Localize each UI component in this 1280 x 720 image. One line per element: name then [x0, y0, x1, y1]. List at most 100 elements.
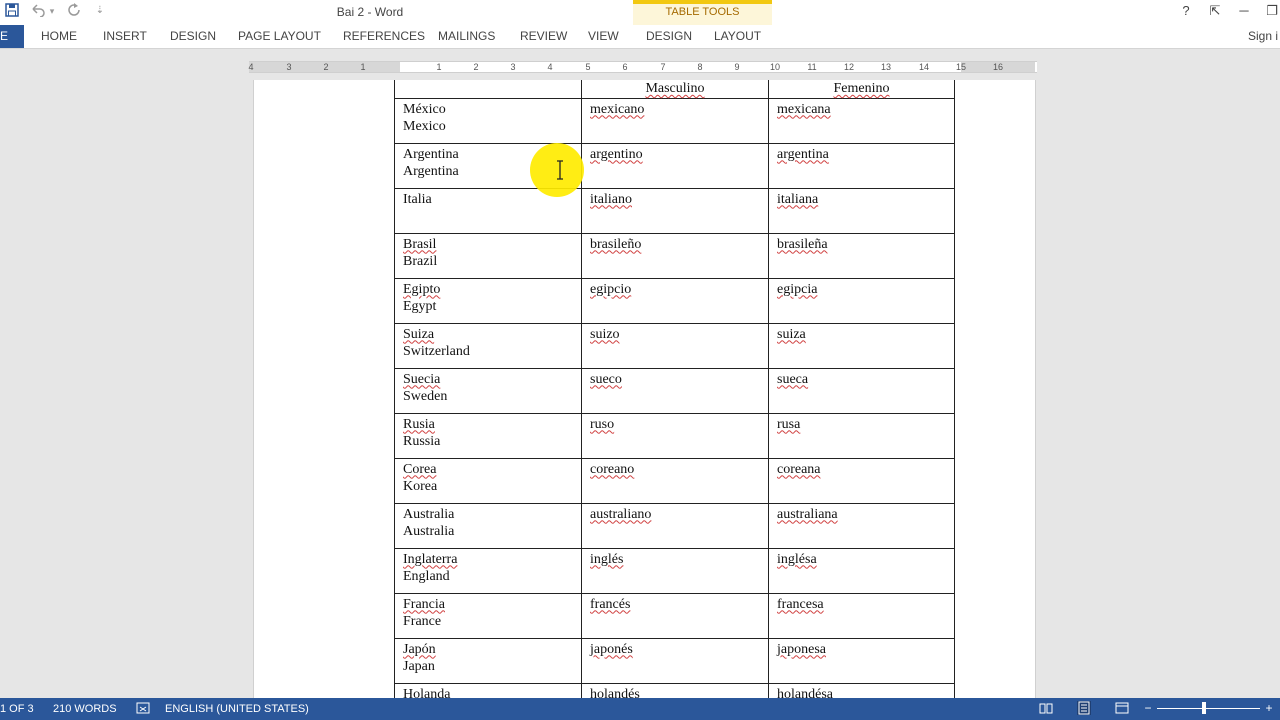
proofing-icon[interactable] [136, 701, 150, 715]
masculine-cell[interactable]: sueco [581, 367, 769, 414]
masculine-cell[interactable]: italiano [581, 187, 769, 234]
feminine-cell[interactable]: argentina [768, 142, 955, 189]
ruler-number: 6 [622, 62, 628, 72]
web-layout-icon[interactable] [1115, 701, 1129, 715]
country-english: Russia [403, 434, 441, 449]
masculine-cell[interactable]: coreano [581, 457, 769, 504]
zoom-in-icon[interactable]: + [1262, 701, 1276, 715]
feminine-cell[interactable]: japonesa [768, 637, 955, 684]
feminine-cell[interactable]: suiza [768, 322, 955, 369]
table-tools-label: TABLE TOOLS [665, 6, 740, 18]
feminine-cell[interactable]: inglésa [768, 547, 955, 594]
tab-insert[interactable]: INSERT [103, 29, 147, 43]
header-cell-country[interactable] [394, 80, 582, 99]
country-cell[interactable]: Inglaterra England [394, 547, 582, 594]
country-spanish: Australia [403, 506, 455, 522]
feminine-cell[interactable]: egipcia [768, 277, 955, 324]
masculine-form: suizo [590, 326, 620, 342]
ruler-number: 1 [436, 62, 442, 72]
ruler-number: 1 [360, 62, 366, 72]
country-cell[interactable]: Egipto Egypt [394, 277, 582, 324]
ruler-number: 15 [955, 62, 967, 72]
tab-mailings[interactable]: MAILINGS [438, 29, 495, 43]
feminine-cell[interactable]: rusa [768, 412, 955, 459]
masculine-cell[interactable]: australiano [581, 502, 769, 549]
file-tab[interactable]: E [0, 25, 24, 48]
tab-references[interactable]: REFERENCES [343, 29, 425, 43]
read-mode-icon[interactable] [1039, 701, 1053, 715]
feminine-cell[interactable]: sueca [768, 367, 955, 414]
masculine-form: francés [590, 596, 631, 612]
country-spanish: Suecia [403, 371, 441, 387]
country-cell[interactable]: Suecia Sweden [394, 367, 582, 414]
feminine-form: australiana [777, 506, 838, 522]
tab-table-layout[interactable]: LAYOUT [714, 29, 761, 43]
country-spanish: Egipto [403, 281, 441, 297]
ribbon-tabs: E HOME INSERT DESIGN PAGE LAYOUT REFEREN… [0, 25, 1280, 48]
tab-page-layout[interactable]: PAGE LAYOUT [238, 29, 321, 43]
masculine-cell[interactable]: inglés [581, 547, 769, 594]
help-icon[interactable]: ? [1177, 3, 1195, 18]
country-cell[interactable]: Corea Korea [394, 457, 582, 504]
country-spanish: México [403, 101, 446, 117]
ribbon-display-options-icon[interactable]: ⇱ [1206, 3, 1224, 19]
nationality-table[interactable]: Masculino Femenino México Mexico mexicano m… [394, 80, 955, 720]
country-english: Korea [403, 479, 438, 494]
horizontal-ruler[interactable]: 4 3 2 1 1 2 3 4 5 6 7 8 9 10 11 12 13 14… [248, 61, 1037, 73]
language-indicator[interactable]: ENGLISH (UNITED STATES) [165, 703, 309, 715]
word-count[interactable]: 210 WORDS [53, 703, 117, 715]
country-cell[interactable]: Australia Australia [394, 502, 582, 549]
masculine-cell[interactable]: ruso [581, 412, 769, 459]
print-layout-icon[interactable] [1077, 701, 1091, 715]
status-bar: 1 OF 3 210 WORDS ENGLISH (UNITED STATES)… [0, 698, 1280, 720]
table-row: Argentina Argentina argentino argentina [394, 142, 955, 189]
masculine-form: japonés [590, 641, 633, 657]
country-cell[interactable]: Francia France [394, 592, 582, 639]
zoom-out-icon[interactable]: − [1141, 701, 1155, 715]
sign-in-link[interactable]: Sign i [1248, 29, 1278, 43]
table-body: México Mexico mexicano mexicana Argentina Arg… [394, 97, 955, 720]
masculine-cell[interactable]: brasileño [581, 232, 769, 279]
table-row: Suiza Switzerland suizo suiza [394, 322, 955, 369]
feminine-cell[interactable]: francesa [768, 592, 955, 639]
country-spanish: Argentina [403, 146, 459, 162]
tab-review[interactable]: REVIEW [520, 29, 567, 43]
masculine-cell[interactable]: francés [581, 592, 769, 639]
masculine-form: argentino [590, 146, 643, 162]
page-count[interactable]: 1 OF 3 [0, 703, 34, 715]
masculine-cell[interactable]: argentino [581, 142, 769, 189]
masculine-form: coreano [590, 461, 635, 477]
feminine-form: inglésa [777, 551, 817, 567]
masculine-cell[interactable]: egipcio [581, 277, 769, 324]
header-cell-masculine[interactable]: Masculino [581, 80, 769, 99]
minimize-icon[interactable]: ─ [1235, 3, 1253, 18]
feminine-cell[interactable]: australiana [768, 502, 955, 549]
country-cell[interactable]: México Mexico [394, 97, 582, 144]
restore-icon[interactable]: ❐ [1263, 3, 1280, 19]
feminine-form: sueca [777, 371, 809, 387]
zoom-slider-track[interactable] [1157, 708, 1260, 709]
feminine-cell[interactable]: brasileña [768, 232, 955, 279]
country-cell[interactable]: Suiza Switzerland [394, 322, 582, 369]
feminine-cell[interactable]: mexicana [768, 97, 955, 144]
header-cell-feminine[interactable]: Femenino [768, 80, 955, 99]
country-cell[interactable]: Japón Japan [394, 637, 582, 684]
tab-design[interactable]: DESIGN [170, 29, 216, 43]
masculine-cell[interactable]: mexicano [581, 97, 769, 144]
masculine-form: brasileño [590, 236, 642, 252]
masculine-form: inglés [590, 551, 624, 567]
masculine-form: ruso [590, 416, 615, 432]
country-cell[interactable]: Brasil Brazil [394, 232, 582, 279]
country-spanish: Francia [403, 596, 445, 612]
feminine-cell[interactable]: coreana [768, 457, 955, 504]
ruler-number: 14 [918, 62, 930, 72]
tab-table-design[interactable]: DESIGN [646, 29, 692, 43]
zoom-slider-thumb[interactable] [1202, 702, 1206, 714]
tab-home[interactable]: HOME [41, 29, 77, 43]
masculine-cell[interactable]: japonés [581, 637, 769, 684]
country-cell[interactable]: Rusia Russia [394, 412, 582, 459]
masculine-cell[interactable]: suizo [581, 322, 769, 369]
feminine-cell[interactable]: italiana [768, 187, 955, 234]
tab-view[interactable]: VIEW [588, 29, 619, 43]
country-english: France [403, 614, 442, 629]
